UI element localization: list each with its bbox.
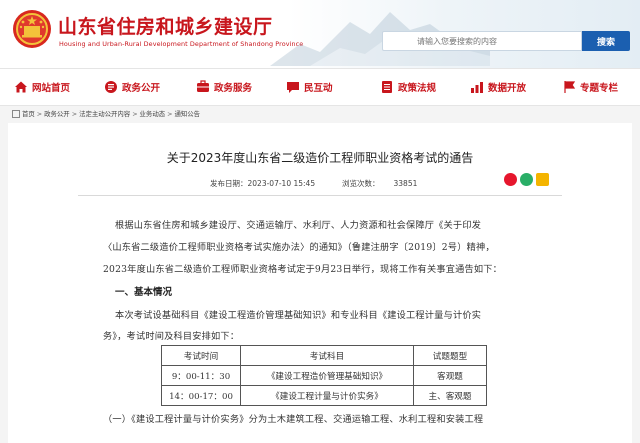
topic-icon — [564, 81, 576, 93]
nav-item-home[interactable]: 网站首页 — [14, 69, 70, 105]
paragraph-line: 2023年度山东省二级造价工程师职业资格考试定于9月23日举行，现将工作有关事宜… — [103, 264, 503, 275]
table-cell: 《建设工程计量与计价实务》 — [240, 385, 414, 406]
publish-value: 2023-07-10 15:45 — [247, 179, 316, 188]
data-icon — [471, 82, 483, 93]
table-cell: 主、客观题 — [413, 385, 487, 406]
table-header-row: 考试时间 考试科目 试题题型 — [161, 345, 487, 366]
publish-label: 发布日期： — [210, 179, 248, 188]
breadcrumb-home[interactable]: 首页 — [22, 109, 35, 118]
view-count: 浏览次数： 33851 — [342, 178, 417, 189]
nav-label: 专题专栏 — [580, 83, 619, 94]
publish-date: 发布日期：2023-07-10 15:45 — [210, 178, 315, 189]
paragraph-line: （一）《建设工程计量与计价实务》分为土木建筑工程、交通运输工程、水利工程和安装工… — [103, 414, 484, 425]
breadcrumb: 首页 > 政务公开 > 法定主动公开内容 > 业务动态 > 通知公告 — [12, 109, 200, 118]
table-row: 9：00-11：30 《建设工程造价管理基础知识》 客观题 — [161, 365, 487, 386]
nav-item-government-affairs[interactable]: 政务公开 — [104, 69, 160, 105]
divider — [78, 195, 562, 196]
nav-label: 网站首页 — [32, 83, 71, 94]
paragraph-line: 本次考试设基础科目《建设工程造价管理基础知识》和专业科目《建设工程计量与计价实 — [115, 310, 482, 321]
breadcrumb-item[interactable]: 政务公开 — [44, 109, 70, 118]
service-icon — [197, 80, 209, 92]
location-icon — [12, 109, 20, 118]
site-title: 山东省住房和城乡建设厅 — [58, 16, 273, 38]
table-cell: 9：00-11：30 — [161, 365, 241, 386]
nav-item-services[interactable]: 政务服务 — [196, 69, 252, 105]
chat-icon — [287, 82, 299, 93]
table-cell: 14：00-17：00 — [161, 385, 241, 406]
nav-label: 民互动 — [304, 83, 333, 94]
views-label: 浏览次数： — [342, 179, 380, 188]
table-header: 试题题型 — [413, 345, 487, 366]
search-box — [382, 31, 582, 51]
national-emblem-icon — [13, 10, 51, 48]
paragraph-line: 根据山东省住房和城乡建设厅、交通运输厅、水利厅、人力资源和社会保障厅《关于印发 — [115, 220, 482, 231]
nav-label: 政务服务 — [214, 83, 253, 94]
nav-label: 数据开放 — [488, 83, 527, 94]
site-header: 山东省住房和城乡建设厅 Housing and Urban-Rural Deve… — [0, 0, 640, 68]
nav-item-policies[interactable]: 政策法规 — [380, 69, 436, 105]
home-icon — [15, 81, 27, 93]
views-value: 33851 — [393, 179, 418, 188]
exam-schedule-table: 考试时间 考试科目 试题题型 9：00-11：30 《建设工程造价管理基础知识》… — [161, 345, 487, 406]
site-subtitle: Housing and Urban-Rural Development Depa… — [59, 40, 304, 48]
law-icon — [382, 81, 392, 93]
table-cell: 《建设工程造价管理基础知识》 — [240, 365, 414, 386]
breadcrumb-item[interactable]: 法定主动公开内容 — [79, 109, 130, 118]
section-heading: 一、基本情况 — [115, 287, 173, 298]
nav-label: 政务公开 — [122, 83, 161, 94]
main-nav: 网站首页 政务公开 政务服务 民互动 政策法规 数据开放 专题专栏 — [0, 68, 640, 106]
table-header: 考试科目 — [240, 345, 414, 366]
paragraph-line: 〈山东省二级造价工程师职业资格考试实施办法〉的通知》（鲁建注册字〔2019〕2号… — [103, 242, 495, 253]
star-icon[interactable] — [536, 173, 549, 186]
breadcrumb-item[interactable]: 业务动态 — [140, 109, 166, 118]
nav-item-topics[interactable]: 专题专栏 — [562, 69, 618, 105]
table-row: 14：00-17：00 《建设工程计量与计价实务》 主、客观题 — [161, 385, 487, 406]
nav-item-interaction[interactable]: 民互动 — [286, 69, 333, 105]
nav-item-open-data[interactable]: 数据开放 — [470, 69, 526, 105]
document-icon — [105, 81, 117, 93]
nav-label: 政策法规 — [398, 83, 437, 94]
paragraph-line: 务》，考试时间及科目安排如下： — [103, 331, 240, 342]
table-cell: 客观题 — [413, 365, 487, 386]
weibo-icon[interactable] — [504, 173, 517, 186]
table-header: 考试时间 — [161, 345, 241, 366]
breadcrumb-current[interactable]: 通知公告 — [174, 109, 200, 118]
wechat-icon[interactable] — [520, 173, 533, 186]
share-icons — [504, 173, 549, 186]
search-input[interactable] — [383, 32, 581, 50]
search-button[interactable]: 搜索 — [582, 31, 630, 51]
article-title: 关于2023年度山东省二级造价工程师职业资格考试的通告 — [166, 151, 474, 165]
